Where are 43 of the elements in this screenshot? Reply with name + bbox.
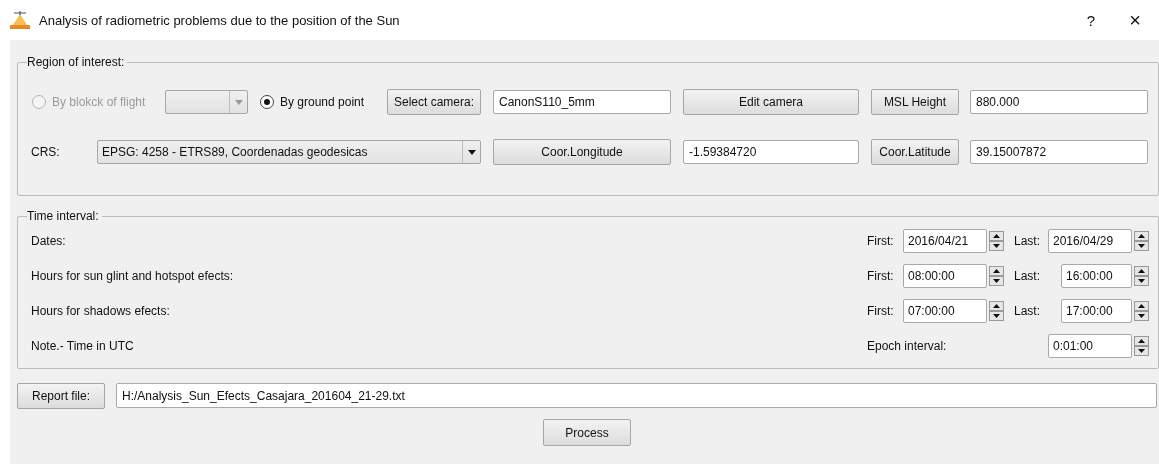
row-label: Note.- Time in UTC (31, 339, 135, 353)
spin-arrows-icon (989, 266, 1004, 286)
close-button[interactable]: × (1111, 8, 1159, 32)
report-file-button[interactable]: Report file: (17, 382, 105, 409)
latitude-button[interactable]: Coor.Latitude (871, 139, 959, 165)
spin-arrows-icon (1134, 336, 1149, 356)
radio-button[interactable] (260, 95, 274, 109)
row-label: Hours for sun glint and hotspot efects: (31, 269, 235, 283)
crs-label: CRS: (31, 145, 60, 159)
group-title: Region of interest: (27, 55, 126, 69)
crs-dropdown[interactable]: EPSG: 4258 - ETRS89, Coordenadas geodesicas (97, 140, 481, 164)
group-title: Time interval: (27, 209, 100, 223)
first-label: First: (867, 304, 895, 318)
msl-height-field[interactable]: 880.000 (970, 90, 1148, 114)
help-button[interactable]: ? (1071, 11, 1111, 29)
spin-arrows-icon (1134, 266, 1149, 286)
radio-label: By ground point (280, 95, 365, 109)
row-label: Dates: (31, 234, 67, 248)
report-file-field[interactable]: H:/Analysis_Sun_Efects_Casajara_201604_21-29.txt (116, 383, 1157, 408)
camera-field[interactable]: CanonS110_5mm (493, 90, 671, 114)
first-label: First: (867, 269, 895, 283)
latitude-field[interactable]: 39.15007872 (970, 140, 1148, 164)
spin-arrows-icon (989, 301, 1004, 321)
msl-height-button[interactable]: MSL Height (871, 89, 959, 115)
longitude-button[interactable]: Coor.Longitude (493, 139, 671, 165)
spin-arrows-icon (1134, 231, 1149, 251)
dropdown-arrow-icon (234, 99, 243, 105)
last-label: Last: (1014, 304, 1041, 318)
window-title: Analysis of radiometric problems due to the position of the Sun (39, 12, 400, 28)
row-label: Hours for shadows efects: (31, 304, 171, 318)
radio-label: By blokck of flight (52, 95, 146, 109)
last-label: Last: (1014, 269, 1041, 283)
first-label: First: (867, 234, 895, 248)
spin-arrows-icon (989, 231, 1004, 251)
dropdown-arrow-icon (467, 149, 476, 155)
last-label: Last: (1014, 234, 1041, 248)
epoch-interval-label: Epoch interval: (867, 339, 948, 353)
longitude-field[interactable]: -1.59384720 (683, 140, 859, 164)
app-icon (10, 11, 30, 29)
spin-arrows-icon (1134, 301, 1149, 321)
edit-camera-button[interactable]: Edit camera (683, 89, 859, 115)
process-button[interactable]: Process (543, 419, 631, 446)
select-camera-button[interactable]: Select camera: (387, 89, 481, 115)
